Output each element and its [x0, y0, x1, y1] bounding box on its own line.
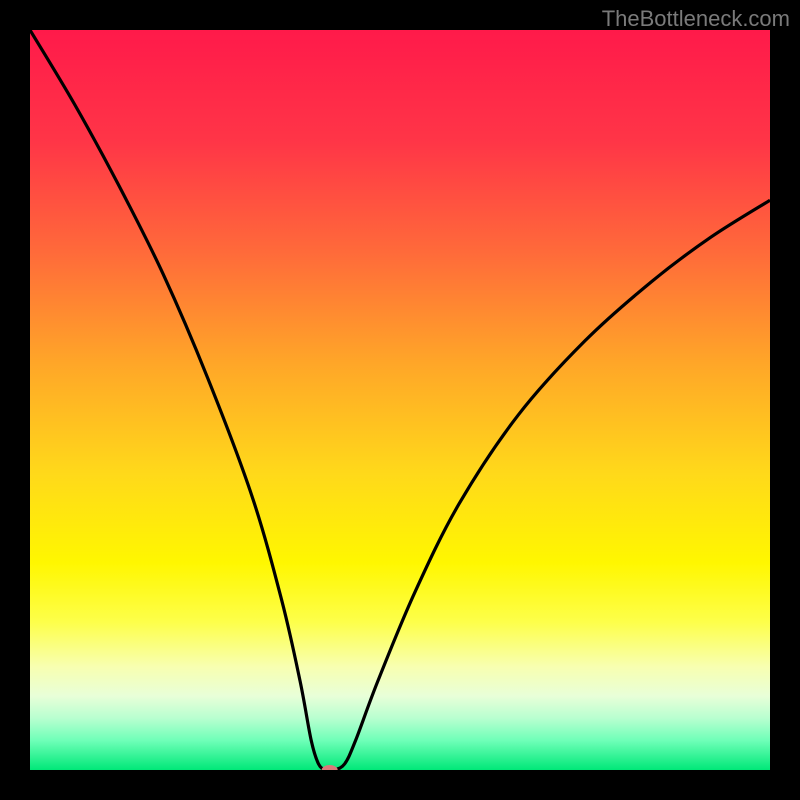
watermark-text: TheBottleneck.com	[602, 6, 790, 32]
chart-svg	[30, 30, 770, 770]
chart-background	[30, 30, 770, 770]
bottleneck-chart	[30, 30, 770, 770]
